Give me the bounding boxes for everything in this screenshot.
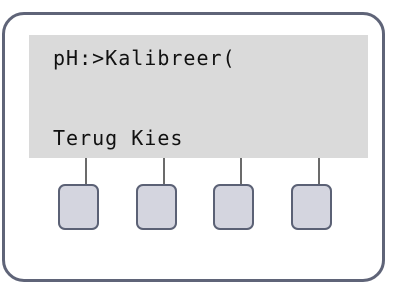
soft-button-3[interactable] [213, 184, 254, 230]
display-line-1: pH:>Kalibreer( [53, 46, 236, 70]
soft-button-1[interactable] [58, 184, 99, 230]
soft-button-2[interactable] [136, 184, 177, 230]
button-4-connector [318, 158, 320, 184]
button-3-connector [240, 158, 242, 184]
button-2-connector [163, 158, 165, 184]
soft-button-4[interactable] [291, 184, 332, 230]
lcd-display: pH:>Kalibreer( Terug Kies [29, 35, 368, 158]
display-line-2: Terug Kies [53, 126, 184, 150]
button-1-connector [85, 158, 87, 184]
